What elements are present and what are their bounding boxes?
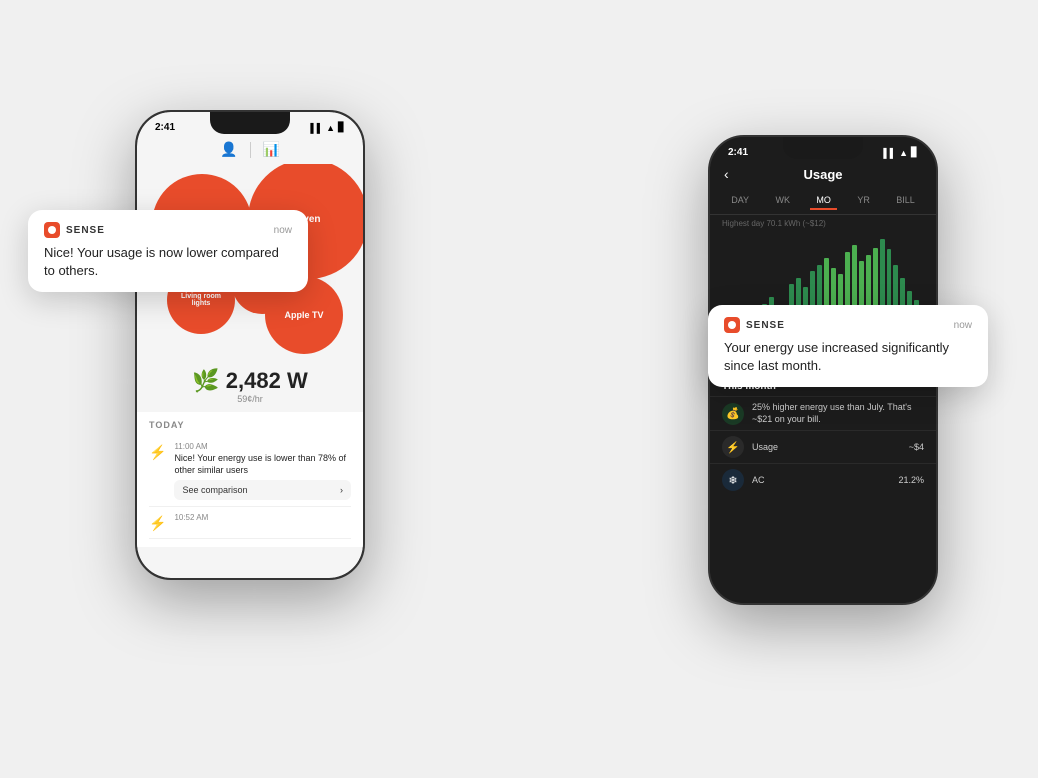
month-item-3-value: 21.2% — [898, 475, 924, 485]
notif2-time: now — [954, 320, 972, 331]
phone1-status-icons: ▌▌ ▲ ▊ — [310, 122, 345, 133]
month-item-1: 💰 25% higher energy use than July. That'… — [710, 396, 936, 430]
notification-card-2: SENSE now Your energy use increased sign… — [708, 305, 988, 387]
sense-logo-1 — [44, 222, 60, 238]
energy-icon: ⚡ — [149, 444, 166, 461]
notification-card-1: SENSE now Nice! Your usage is now lower … — [28, 210, 308, 292]
usage-title: Usage — [803, 167, 842, 182]
money-icon: 💰 — [722, 403, 744, 425]
notif2-message: Your energy use increased significantly … — [724, 339, 972, 375]
power-rate: 59¢/hr — [237, 394, 263, 404]
today-time-1: 11:00 AM — [174, 442, 351, 451]
month-item-1-text: 25% higher energy use than July. That's … — [752, 402, 924, 425]
energy-icon-2: ⚡ — [149, 515, 166, 532]
tab-day[interactable]: DAY — [725, 192, 755, 210]
phone2-time: 2:41 — [728, 147, 748, 158]
today-desc-1: Nice! Your energy use is lower than 78% … — [174, 453, 351, 476]
notif1-brand: SENSE — [44, 222, 105, 238]
notif2-brand: SENSE — [724, 317, 785, 333]
chart-label: Highest day 70.1 kWh (~$12) — [710, 215, 936, 232]
tab-bill[interactable]: BILL — [890, 192, 921, 210]
see-comparison-button[interactable]: See comparison › — [174, 480, 351, 500]
phone1-time: 2:41 — [155, 122, 175, 133]
phone1-statusbar: 2:41 ▌▌ ▲ ▊ — [137, 112, 363, 137]
bar-chart-icon: 📊 — [263, 141, 280, 158]
tab-mo[interactable]: MO — [810, 192, 837, 210]
month-item-3: ❄ AC 21.2% — [710, 463, 936, 496]
notif1-message: Nice! Your usage is now lower compared t… — [44, 244, 292, 280]
tab-wk[interactable]: WK — [769, 192, 796, 210]
phone2-statusbar: 2:41 ▌▌ ▲ ▊ — [710, 137, 936, 162]
person-icon: 👤 — [220, 141, 237, 158]
notif2-header: SENSE now — [724, 317, 972, 333]
month-item-2-label: Usage — [752, 442, 901, 454]
power-display: 🌿 2,482 W 59¢/hr — [137, 364, 363, 408]
notif1-header: SENSE now — [44, 222, 292, 238]
today-label: TODAY — [149, 420, 351, 430]
power-value: 🌿 2,482 W — [192, 368, 307, 394]
month-item-3-label: AC — [752, 475, 890, 487]
back-button[interactable]: ‹ — [724, 166, 729, 182]
sense-logo-2 — [724, 317, 740, 333]
leaf-icon: 🌿 — [192, 368, 219, 393]
scene: 2:41 ▌▌ ▲ ▊ 👤 📊 Toaster Oven — [0, 0, 1038, 778]
phone2-status-icons: ▌▌ ▲ ▊ — [883, 147, 918, 158]
today-item-1: ⚡ 11:00 AM Nice! Your energy use is lowe… — [149, 436, 351, 507]
usage-icon: ⚡ — [722, 436, 744, 458]
chevron-right-icon: › — [340, 485, 343, 495]
ac-icon: ❄ — [722, 469, 744, 491]
notif1-time: now — [274, 225, 292, 236]
tab-yr[interactable]: YR — [851, 192, 876, 210]
divider — [250, 142, 251, 158]
notif2-app-name: SENSE — [746, 320, 785, 331]
phone1-screen: 2:41 ▌▌ ▲ ▊ 👤 📊 Toaster Oven — [137, 112, 363, 578]
today-time-2: 10:52 AM — [174, 513, 351, 522]
month-item-2: ⚡ Usage ~$4 — [710, 430, 936, 463]
phone2-header: ‹ Usage — [710, 162, 936, 188]
month-item-2-value: ~$4 — [909, 442, 924, 452]
phone1-header: 👤 📊 — [137, 137, 363, 164]
notif1-app-name: SENSE — [66, 225, 105, 236]
today-section: TODAY ⚡ 11:00 AM Nice! Your energy use i… — [137, 412, 363, 547]
tab-bar: DAY WK MO YR BILL — [710, 188, 936, 215]
today-item-2: ⚡ 10:52 AM — [149, 507, 351, 539]
phone-left: 2:41 ▌▌ ▲ ▊ 👤 📊 Toaster Oven — [135, 110, 365, 580]
